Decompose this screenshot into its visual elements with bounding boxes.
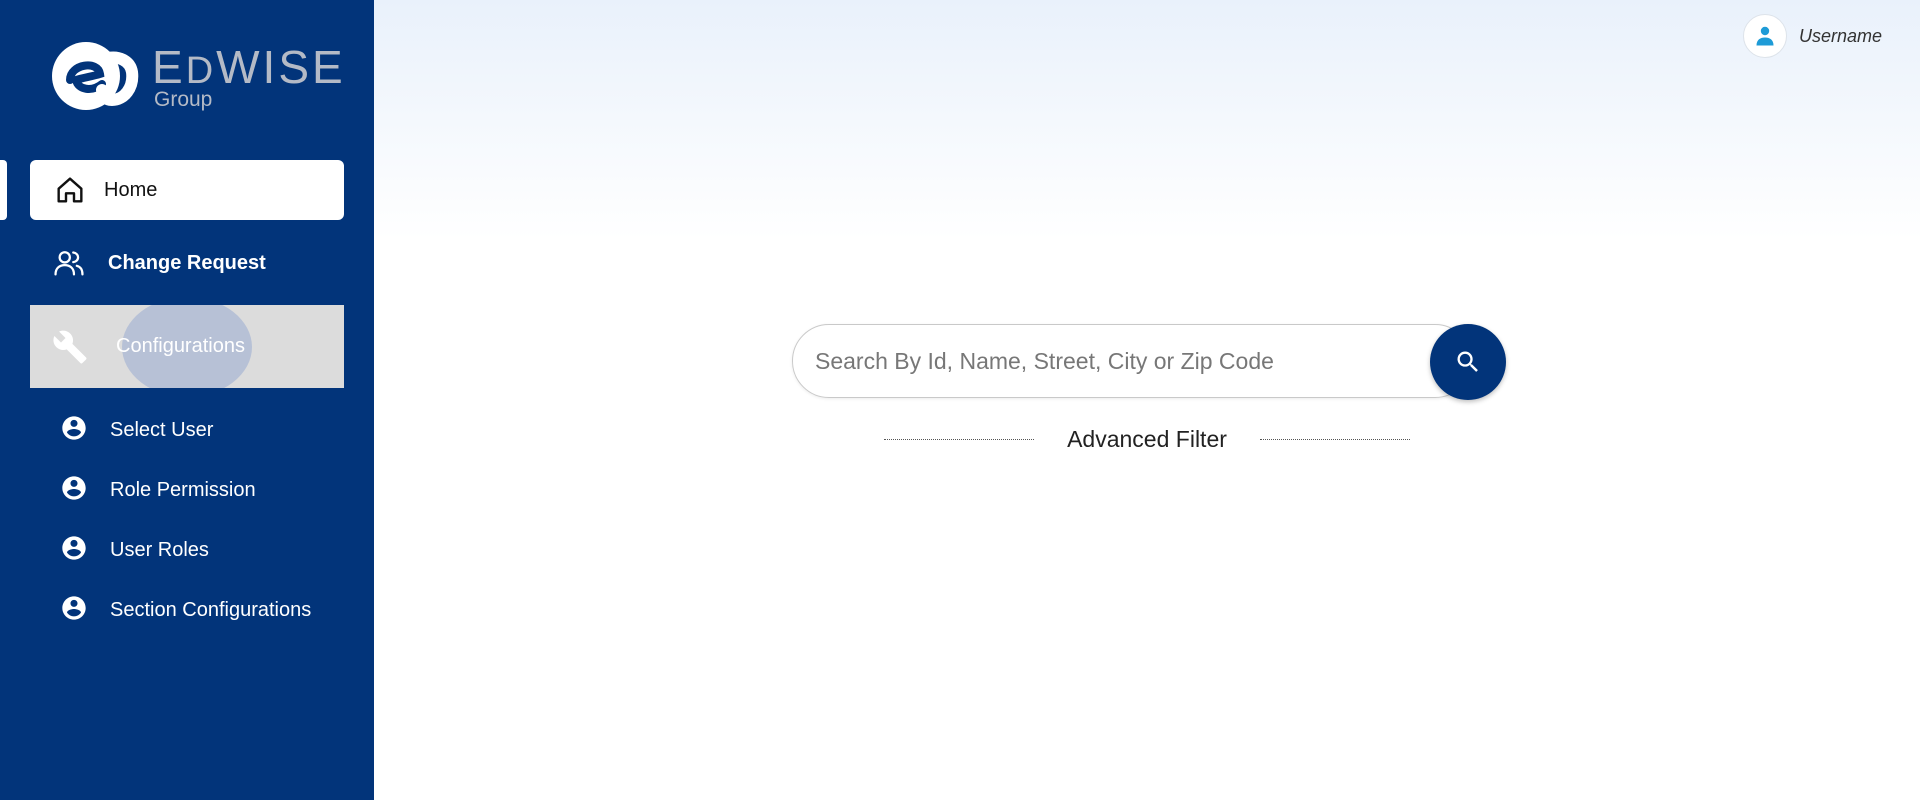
account-circle-icon <box>60 534 88 567</box>
edwise-logo-mark <box>52 42 139 110</box>
sidebar-subitem-section-configurations[interactable]: Section Configurations <box>60 590 311 630</box>
search-icon <box>1457 351 1478 372</box>
logo-subtitle: Group <box>154 88 213 111</box>
users-icon <box>52 246 86 280</box>
avatar[interactable] <box>1742 14 1787 58</box>
sidebar-item-label: Configurations <box>116 335 245 357</box>
sidebar-subitem-select-user[interactable]: Select User <box>60 410 213 450</box>
account-circle-icon <box>60 594 88 627</box>
search-bar <box>792 324 1506 400</box>
search-button[interactable] <box>1430 324 1506 400</box>
search-input[interactable] <box>792 324 1472 398</box>
sidebar-item-home[interactable]: Home <box>30 160 344 220</box>
username-label: Username <box>1798 25 1882 46</box>
divider-right <box>1260 438 1410 440</box>
active-indicator <box>0 160 7 220</box>
sidebar: EDWISE Group Home Change Request Configu… <box>0 0 374 800</box>
sidebar-item-label: User Roles <box>110 538 209 561</box>
main-content: Username Advanced Filter <box>374 0 1920 800</box>
sidebar-item-label: Home <box>104 178 158 201</box>
sidebar-item-label: Select User <box>110 418 214 441</box>
account-circle-icon <box>60 414 88 447</box>
divider-left <box>884 438 1034 440</box>
home-icon <box>54 174 86 206</box>
edwise-logo[interactable]: EDWISE Group <box>48 38 343 114</box>
sidebar-item-label: Role Permission <box>110 478 256 501</box>
sidebar-subitem-user-roles[interactable]: User Roles <box>60 530 209 570</box>
sidebar-item-change-request[interactable]: Change Request <box>30 240 344 286</box>
sidebar-item-configurations[interactable]: Configurations <box>30 305 344 388</box>
sidebar-item-label: Section Configurations <box>110 598 312 621</box>
advanced-filter-link[interactable]: Advanced Filter <box>1034 426 1260 453</box>
sidebar-subitem-role-permission[interactable]: Role Permission <box>60 470 256 510</box>
person-icon <box>1756 26 1774 46</box>
user-menu[interactable]: Username <box>1742 14 1882 58</box>
sidebar-item-label: Change Request <box>108 251 266 274</box>
account-circle-icon <box>60 474 88 507</box>
advanced-filter: Advanced Filter <box>884 424 1410 454</box>
wrench-icon <box>52 329 88 365</box>
